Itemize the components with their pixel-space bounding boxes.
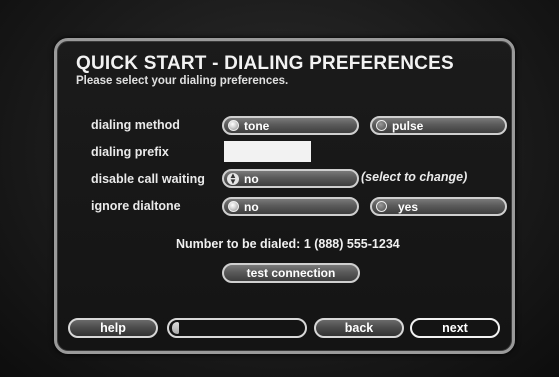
option-label: no: [244, 199, 259, 214]
ignore-dialtone-label: ignore dialtone: [91, 199, 181, 213]
dialing-method-label: dialing method: [91, 118, 180, 132]
next-label: next: [442, 321, 468, 335]
radio-selected-icon: [228, 201, 239, 212]
dialing-prefix-label: dialing prefix: [91, 145, 169, 159]
progress-fill: [172, 322, 179, 334]
test-connection-button[interactable]: test connection: [222, 263, 360, 283]
number-value: 1 (888) 555-1234: [303, 237, 400, 251]
selector-value: no: [244, 171, 259, 186]
radio-unselected-icon: [376, 201, 387, 212]
help-button[interactable]: help: [68, 318, 158, 338]
back-button[interactable]: back: [314, 318, 404, 338]
option-label: pulse: [392, 118, 424, 133]
radio-selected-icon: [228, 120, 239, 131]
back-label: back: [344, 321, 374, 335]
option-label: tone: [244, 118, 270, 133]
radio-unselected-icon: [376, 120, 387, 131]
up-down-arrows-icon: ▲ ▼: [227, 171, 239, 185]
progress-bar: [167, 318, 307, 338]
number-to-be-dialed: Number to be dialed: 1 (888) 555-1234: [176, 237, 400, 251]
next-button[interactable]: next: [410, 318, 500, 338]
disable-call-waiting-selector[interactable]: ▲ ▼ no: [222, 169, 359, 188]
dialing-method-tone-option[interactable]: tone: [222, 116, 359, 135]
help-label: help: [100, 321, 126, 335]
dialing-method-pulse-option[interactable]: pulse: [370, 116, 507, 135]
page-subtitle: Please select your dialing preferences.: [76, 75, 289, 87]
ignore-dialtone-yes-option[interactable]: yes: [370, 197, 507, 216]
number-label: Number to be dialed:: [176, 237, 301, 251]
option-label: yes: [398, 199, 419, 214]
select-to-change-hint: (select to change): [361, 170, 468, 184]
test-connection-label: test connection: [246, 266, 336, 280]
dialing-prefix-input[interactable]: [224, 141, 311, 162]
page-title: QUICK START - DIALING PREFERENCES: [76, 53, 454, 74]
ignore-dialtone-no-option[interactable]: no: [222, 197, 359, 216]
disable-call-waiting-label: disable call waiting: [91, 172, 205, 186]
